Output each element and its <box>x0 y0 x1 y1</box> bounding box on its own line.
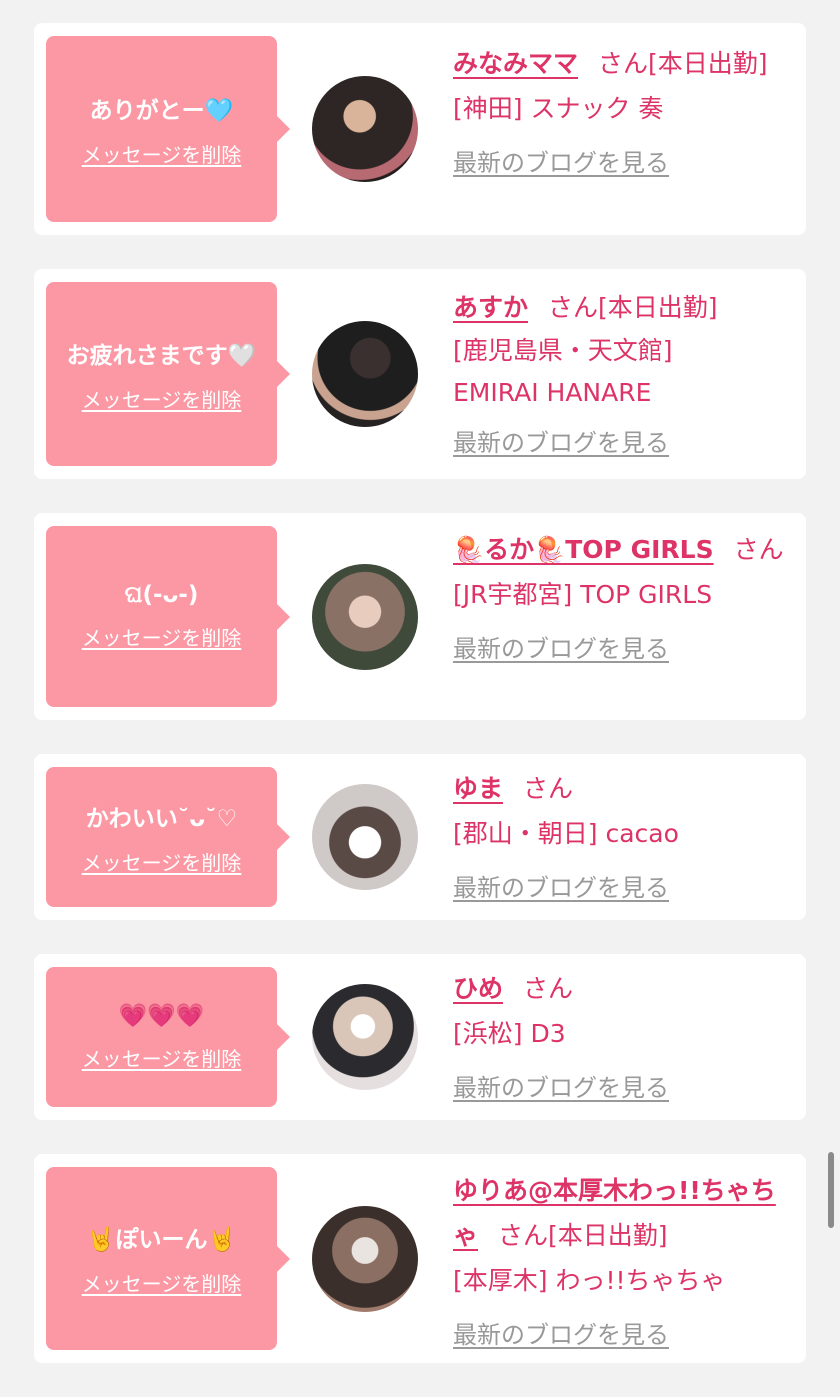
profile-name-link[interactable]: みなみママ <box>453 49 578 78</box>
profile-name-link[interactable]: 🪼るか🪼TOP GIRLS <box>453 535 714 564</box>
profile-name-link[interactable]: ゆま <box>453 774 503 803</box>
profile-name-link[interactable]: ひめ <box>453 974 503 1003</box>
latest-blog-link[interactable]: 最新のブログを見る <box>453 1313 669 1358</box>
avatar[interactable] <box>312 321 418 427</box>
message-list: ありがとー🩵 メッセージを削除 みなみママ さん[本日出勤] [神田] スナック … <box>34 23 806 1397</box>
profile-info: ゆりあ@本厚木わっ!!ちゃちゃ さん[本日出勤] [本厚木] わっ!!ちゃちゃ 最… <box>453 1154 806 1363</box>
scrollbar[interactable] <box>828 1152 834 1228</box>
latest-blog-link[interactable]: 最新のブログを見る <box>453 421 669 466</box>
avatar[interactable] <box>312 563 418 670</box>
name-suffix: さん[本日出勤] <box>598 49 768 78</box>
message-text: かわいい˘ᴗ˘♡ <box>85 805 238 832</box>
list-item: 🤘ぽいーん🤘 メッセージを削除 ゆりあ@本厚木わっ!!ちゃちゃ さん[本日出勤] … <box>34 1154 806 1363</box>
profile-info: みなみママ さん[本日出勤] [神田] スナック 奏 最新のブログを見る <box>453 23 806 235</box>
list-item: かわいい˘ᴗ˘♡ メッセージを削除 ゆま さん [郡山・朝日] cacao 最新の… <box>34 754 806 920</box>
name-suffix: さん <box>733 535 784 564</box>
profile-info: ひめ さん [浜松] D3 最新のブログを見る <box>453 954 806 1120</box>
latest-blog-link[interactable]: 最新のブログを見る <box>453 627 669 672</box>
message-bubble: ありがとー🩵 メッセージを削除 <box>46 36 290 222</box>
delete-message-link[interactable]: メッセージを削除 <box>82 139 242 168</box>
message-text: ありがとー🩵 <box>89 97 234 124</box>
message-text: 💗💗💗 <box>118 1003 205 1029</box>
name-suffix: さん[本日出勤] <box>498 1221 668 1250</box>
message-bubble: ଘ(-ᴗ-) メッセージを削除 <box>46 526 290 707</box>
delete-message-link[interactable]: メッセージを削除 <box>82 1268 242 1297</box>
avatar[interactable] <box>312 984 418 1090</box>
profile-info: あすか さん[本日出勤] [鹿児島県・天文館] EMIRAI HANARE 最新の… <box>453 269 806 479</box>
shop-name: [郡山・朝日] cacao <box>453 819 679 848</box>
shop-name: [浜松] D3 <box>453 1019 566 1048</box>
message-bubble: 💗💗💗 メッセージを削除 <box>46 967 290 1107</box>
shop-name: [鹿児島県・天文館] EMIRAI HANARE <box>453 336 673 407</box>
message-text: 🤘ぽいーん🤘 <box>86 1227 237 1253</box>
avatar[interactable] <box>312 784 418 890</box>
name-suffix: さん <box>523 774 574 803</box>
profile-info: ゆま さん [郡山・朝日] cacao 最新のブログを見る <box>453 754 806 920</box>
shop-name: [神田] スナック 奏 <box>453 94 664 123</box>
profile-name-link[interactable]: あすか <box>453 293 528 322</box>
name-suffix: さん <box>523 974 574 1003</box>
latest-blog-link[interactable]: 最新のブログを見る <box>453 1066 669 1111</box>
list-item: お疲れさまです🤍 メッセージを削除 あすか さん[本日出勤] [鹿児島県・天文館]… <box>34 269 806 479</box>
name-suffix: さん[本日出勤] <box>548 293 718 322</box>
message-text: お疲れさまです🤍 <box>66 342 257 369</box>
list-item: 💗💗💗 メッセージを削除 ひめ さん [浜松] D3 最新のブログを見る <box>34 954 806 1120</box>
list-item: ଘ(-ᴗ-) メッセージを削除 🪼るか🪼TOP GIRLS さん [JR宇都宮] … <box>34 513 806 720</box>
latest-blog-link[interactable]: 最新のブログを見る <box>453 141 669 186</box>
message-bubble: かわいい˘ᴗ˘♡ メッセージを削除 <box>46 767 290 907</box>
delete-message-link[interactable]: メッセージを削除 <box>82 384 242 413</box>
shop-name: [JR宇都宮] TOP GIRLS <box>453 580 713 609</box>
message-bubble: 🤘ぽいーん🤘 メッセージを削除 <box>46 1167 290 1350</box>
list-item: ありがとー🩵 メッセージを削除 みなみママ さん[本日出勤] [神田] スナック … <box>34 23 806 235</box>
avatar[interactable] <box>312 76 418 182</box>
latest-blog-link[interactable]: 最新のブログを見る <box>453 866 669 911</box>
delete-message-link[interactable]: メッセージを削除 <box>82 1043 242 1072</box>
message-bubble: お疲れさまです🤍 メッセージを削除 <box>46 282 290 466</box>
delete-message-link[interactable]: メッセージを削除 <box>82 622 242 651</box>
avatar[interactable] <box>312 1205 418 1312</box>
shop-name: [本厚木] わっ!!ちゃちゃ <box>453 1266 726 1295</box>
profile-info: 🪼るか🪼TOP GIRLS さん [JR宇都宮] TOP GIRLS 最新のブログ… <box>453 513 806 720</box>
message-text: ଘ(-ᴗ-) <box>124 582 199 608</box>
delete-message-link[interactable]: メッセージを削除 <box>82 847 242 876</box>
